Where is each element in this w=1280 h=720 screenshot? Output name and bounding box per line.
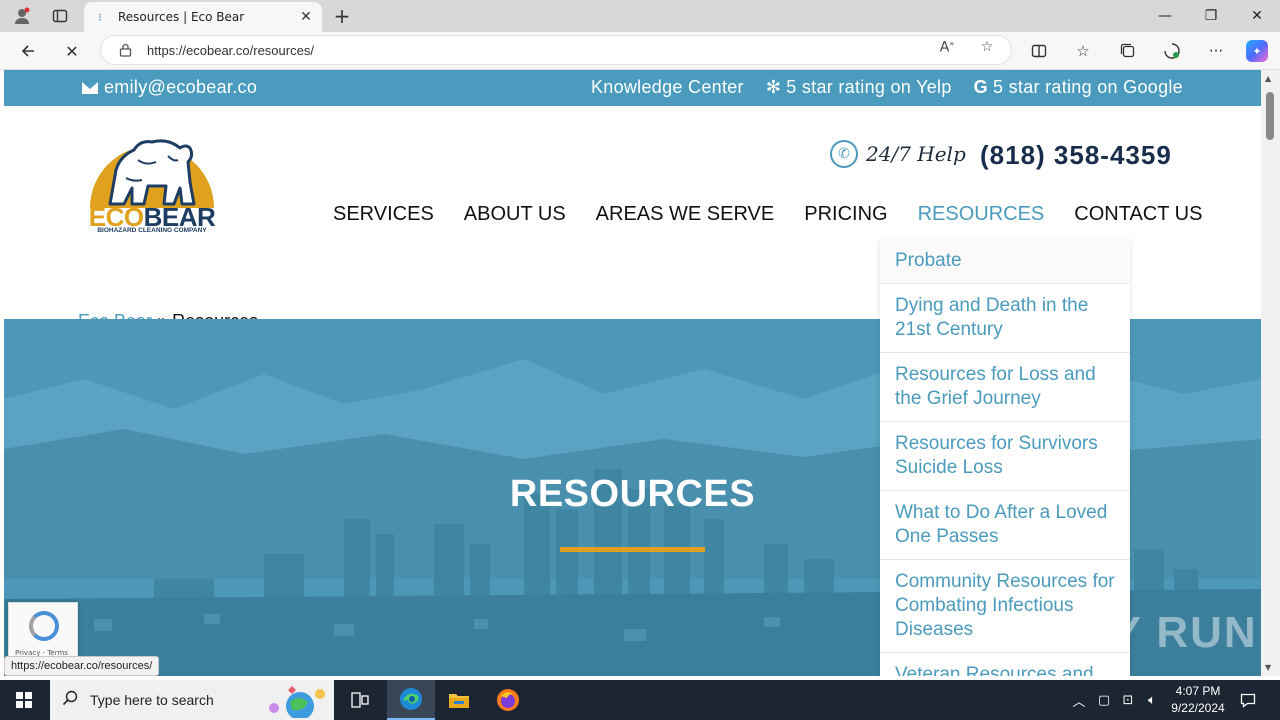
- more-menu-icon[interactable]: ···: [1205, 40, 1227, 62]
- nav-contact-us[interactable]: CONTACT US: [1059, 202, 1217, 238]
- tab-title: Resources | Eco Bear: [118, 10, 245, 24]
- recaptcha-icon: [29, 611, 59, 641]
- help-text: 24/7 Help: [866, 142, 966, 166]
- show-hidden-icons-icon[interactable]: ︿: [1070, 691, 1088, 710]
- address-bar-row: ✕ https://ecobear.co/resources/ A» ☆ ☆ ·…: [0, 32, 1280, 70]
- scroll-up-icon[interactable]: ▲: [1265, 74, 1271, 83]
- url-field[interactable]: https://ecobear.co/resources/: [100, 35, 1012, 65]
- scrollbar-thumb[interactable]: [1266, 92, 1274, 140]
- restore-button[interactable]: ❐: [1188, 0, 1234, 32]
- hero-title-underline: [560, 547, 705, 552]
- windows-taskbar: Type here to search ︿ ▢ ⊡ 🔈︎ 4:07 PM 9/2…: [0, 680, 1280, 720]
- anyrun-watermark: ANY RUN: [1044, 608, 1258, 657]
- file-explorer-icon[interactable]: [435, 680, 483, 720]
- favorite-star-icon[interactable]: ☆: [978, 39, 996, 55]
- email-link[interactable]: emily@ecobear.co: [82, 77, 257, 98]
- meet-now-icon[interactable]: ▢: [1092, 693, 1116, 708]
- notifications-icon[interactable]: [1236, 688, 1260, 712]
- nav-services[interactable]: SERVICES: [318, 202, 449, 238]
- status-bar-url: https://ecobear.co/resources/: [4, 656, 160, 676]
- url-text: https://ecobear.co/resources/: [147, 42, 314, 58]
- nav-about-us[interactable]: ABOUT US: [449, 202, 581, 238]
- google-rating-link[interactable]: G 5 star rating on Google: [974, 77, 1183, 98]
- close-tab-icon[interactable]: ✕: [298, 9, 314, 25]
- search-placeholder: Type here to search: [90, 692, 214, 708]
- nav-pricing[interactable]: PRICING: [789, 202, 902, 238]
- yelp-rating-text: 5 star rating on Yelp: [786, 77, 952, 97]
- clock-time: 4:07 PM: [1175, 684, 1221, 698]
- close-window-button[interactable]: ✕: [1234, 0, 1280, 32]
- favorites-icon[interactable]: ☆: [1072, 40, 1094, 62]
- knowledge-center-text: Knowledge Center: [590, 77, 744, 97]
- back-button[interactable]: [16, 39, 40, 63]
- minimize-button[interactable]: —: [1142, 0, 1188, 32]
- web-page: emily@ecobear.co Knowledge Center ✻ 5 st…: [4, 70, 1261, 676]
- split-screen-icon[interactable]: [1028, 40, 1050, 62]
- loading-favicon-icon: ⁝: [98, 10, 102, 24]
- stop-loading-button[interactable]: ✕: [60, 39, 84, 63]
- browser-tab-bar: ⁝ Resources | Eco Bear ✕ + — ❐ ✕: [0, 0, 1280, 32]
- lock-icon[interactable]: [119, 43, 133, 57]
- taskbar-search-box[interactable]: Type here to search: [50, 680, 334, 720]
- dropdown-item-loss-and-grief[interactable]: Resources for Loss and the Grief Journey: [880, 353, 1130, 422]
- top-contact-bar: emily@ecobear.co Knowledge Center ✻ 5 st…: [4, 70, 1261, 106]
- taskbar-clock[interactable]: 4:07 PM 9/22/2024: [1160, 683, 1236, 717]
- yelp-icon: ✻: [765, 77, 782, 97]
- help-line: ✆ 24/7 Help: [830, 140, 966, 168]
- windows-logo-icon: [16, 692, 32, 708]
- envelope-icon: [82, 81, 98, 94]
- tab-actions-icon[interactable]: [48, 4, 72, 28]
- copilot-icon[interactable]: ✦: [1246, 40, 1268, 62]
- dropdown-item-suicide-loss[interactable]: Resources for Survivors Suicide Loss: [880, 422, 1130, 491]
- browser-essentials-icon[interactable]: [1161, 40, 1183, 62]
- system-tray: ︿ ▢ ⊡ 🔈︎: [1070, 680, 1164, 720]
- email-text: emily@ecobear.co: [104, 77, 258, 97]
- network-icon[interactable]: ⊡: [1116, 693, 1140, 708]
- phone-number-link[interactable]: (818) 358-4359: [980, 140, 1172, 171]
- scroll-down-icon[interactable]: ▼: [1265, 663, 1271, 672]
- main-navigation: SERVICES ABOUT US AREAS WE SERVE PRICING…: [318, 202, 1217, 238]
- collections-icon[interactable]: [1117, 40, 1139, 62]
- firefox-icon[interactable]: [484, 680, 532, 720]
- new-tab-button[interactable]: +: [330, 4, 354, 28]
- start-button[interactable]: [0, 680, 48, 720]
- page-scrollbar[interactable]: ▲ ▼: [1261, 70, 1280, 676]
- read-aloud-icon[interactable]: A»: [938, 39, 956, 56]
- dropdown-item-after-loved-one-passes[interactable]: What to Do After a Loved One Passes: [880, 491, 1130, 560]
- edge-taskbar-icon[interactable]: [387, 680, 435, 720]
- task-view-icon[interactable]: [336, 680, 384, 720]
- phone-icon: ✆: [830, 140, 858, 168]
- google-rating-text: 5 star rating on Google: [992, 77, 1183, 97]
- browser-tab-active[interactable]: ⁝ Resources | Eco Bear ✕: [84, 2, 322, 32]
- search-icon: [62, 690, 78, 710]
- recaptcha-badge[interactable]: Privacy - Terms: [8, 602, 78, 662]
- nav-areas-we-serve[interactable]: AREAS WE SERVE: [581, 202, 790, 238]
- knowledge-center-link[interactable]: Knowledge Center: [591, 77, 744, 98]
- google-icon: G: [973, 77, 988, 97]
- dropdown-item-probate[interactable]: Probate: [880, 239, 1130, 284]
- profile-icon[interactable]: [10, 4, 34, 28]
- nav-resources[interactable]: RESOURCES: [903, 202, 1060, 238]
- logo-subtitle: BIOHAZARD CLEANING COMPANY: [97, 227, 207, 234]
- search-highlight-icon: [262, 684, 330, 720]
- yelp-rating-link[interactable]: ✻ 5 star rating on Yelp: [766, 77, 952, 98]
- dropdown-item-dying-and-death[interactable]: Dying and Death in the 21st Century: [880, 284, 1130, 353]
- clock-date: 9/22/2024: [1171, 701, 1225, 715]
